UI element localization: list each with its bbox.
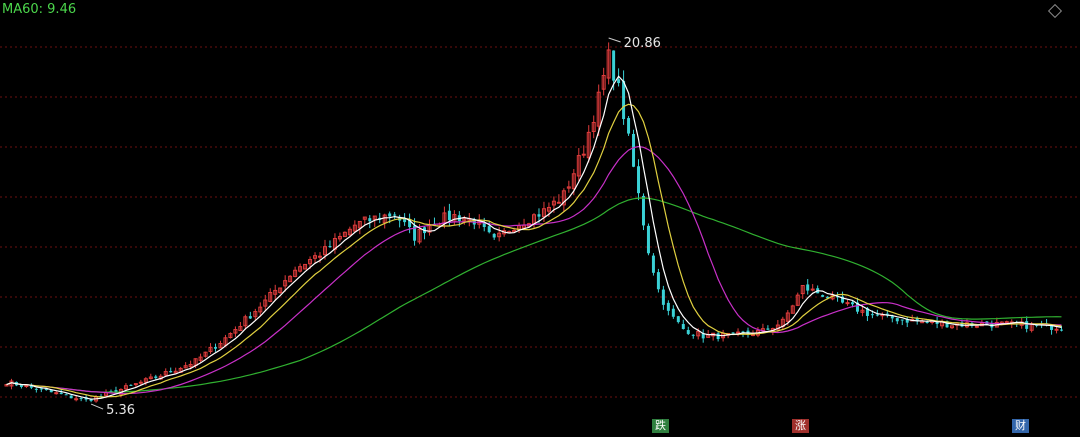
candle-body [368, 218, 372, 222]
candle-body [870, 314, 874, 316]
candle-body [716, 333, 720, 340]
candle-body [318, 255, 323, 258]
candle-body [651, 255, 655, 273]
candle-body [447, 210, 451, 221]
candle-body [622, 80, 626, 120]
max-arrow [608, 37, 621, 43]
candle-body [845, 302, 850, 305]
candle-body [851, 302, 854, 305]
candle-body [736, 331, 741, 334]
max-price-label: 20.86 [624, 36, 661, 51]
candle-body [925, 321, 929, 323]
candle-body [487, 226, 491, 233]
candle-body [681, 324, 685, 330]
candle-body [676, 316, 680, 323]
candle-body [900, 319, 904, 321]
candle-body [138, 381, 143, 384]
candle-body [69, 395, 73, 399]
candle-body [24, 385, 29, 388]
candle-body [39, 388, 43, 390]
candle-body [666, 302, 670, 311]
candle-body [79, 398, 83, 400]
candle-body [895, 318, 899, 322]
event-badge-fall[interactable]: 跌 [652, 419, 669, 433]
candle-body [974, 325, 979, 328]
candle-body [388, 213, 392, 217]
ma5-line [6, 75, 1062, 400]
candle-body [821, 295, 825, 297]
min-price-label: 5.36 [106, 403, 135, 418]
candle-body [492, 233, 496, 238]
candlestick-chart: 20.86 5.36 [0, 0, 1080, 433]
ma60-indicator-label: MA60: 9.46 [2, 2, 77, 17]
candle-body [627, 118, 631, 134]
event-badge-rise[interactable]: 涨 [792, 419, 809, 433]
ma10-line [6, 103, 1062, 398]
event-badge-finance[interactable]: 财 [1012, 419, 1029, 433]
candle-body [54, 392, 59, 395]
candle-body [328, 246, 332, 248]
candle-body [656, 272, 660, 290]
candle-body [875, 314, 879, 316]
candle-body [750, 334, 755, 337]
candle-body [1060, 329, 1064, 331]
candle-body [617, 79, 621, 84]
ma20-line [6, 145, 1062, 395]
candle-body [646, 225, 650, 254]
candle-body [632, 133, 636, 167]
candle-body [64, 394, 68, 396]
candle-body [556, 201, 561, 204]
candle-body [686, 330, 690, 334]
candle-body [537, 214, 541, 217]
candle-body [806, 284, 810, 291]
candle-body [810, 288, 815, 291]
candle-body [214, 347, 217, 349]
candle-body [34, 388, 38, 390]
candle-body [74, 398, 79, 401]
candle-body [671, 308, 675, 317]
candle-body [133, 383, 138, 386]
candle-body [1054, 328, 1059, 331]
candle-body [612, 50, 616, 81]
chart-canvas: 20.86 5.36 [0, 36, 1080, 418]
min-arrow [90, 403, 104, 410]
candle-body [169, 370, 173, 373]
candle-body [691, 334, 695, 336]
candle-body [154, 376, 158, 379]
candle-body [129, 384, 133, 386]
candle-body [661, 289, 665, 305]
candle-body [731, 332, 735, 334]
candle-body [890, 316, 894, 319]
candle-body [59, 392, 63, 395]
candle-body [19, 384, 23, 387]
candle-body [581, 153, 586, 156]
candle-body [641, 195, 645, 226]
candle-body [248, 316, 252, 319]
candle-body [766, 328, 770, 330]
candle-body [637, 166, 640, 194]
candle-body [393, 214, 397, 216]
candle-body [1025, 321, 1029, 329]
